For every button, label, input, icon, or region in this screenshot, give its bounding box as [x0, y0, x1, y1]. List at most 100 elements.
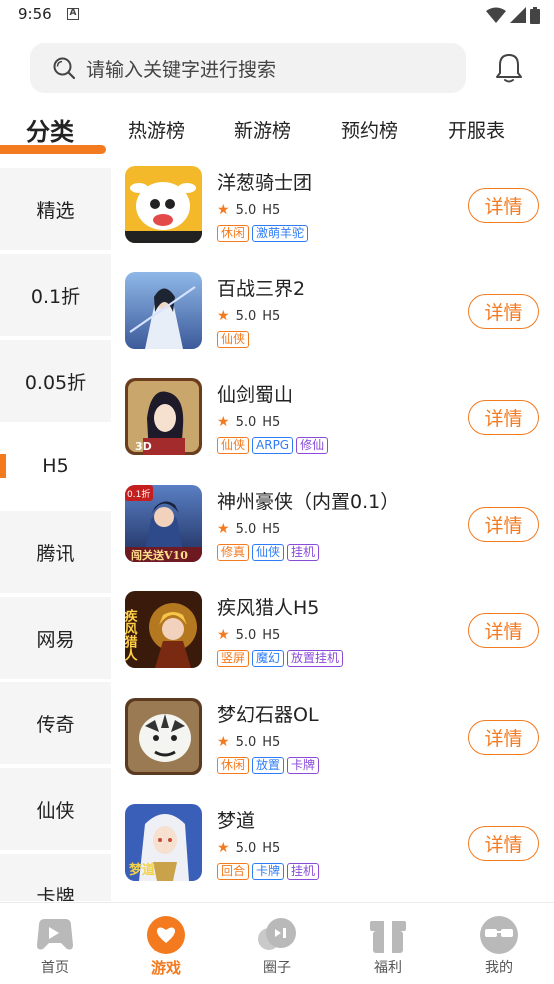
game-thumbnail — [125, 698, 202, 775]
game-rating: ★ 5.0 H5 — [217, 202, 280, 218]
game-tag: 仙侠 — [217, 331, 250, 348]
game-tag: 放置 — [252, 757, 285, 774]
nav-mine[interactable]: 我的 — [444, 903, 554, 984]
battery-icon — [530, 6, 540, 24]
game-rating: ★ 5.0 H5 — [217, 308, 280, 324]
sidebar-item-legend[interactable]: 传奇 — [0, 682, 111, 764]
list-item[interactable]: 0.1折 闯关送V10 神州豪侠（内置0.1） ★ 5.0 H5 修真 仙侠 挂机 详… — [111, 479, 554, 585]
tab-server-schedule[interactable]: 开服表 — [448, 116, 505, 143]
nav-home[interactable]: 首页 — [0, 903, 110, 984]
gamepad-icon — [37, 919, 73, 950]
sidebar-item-label: 传奇 — [36, 713, 75, 736]
game-tags: 仙侠 ARPG 修仙 — [217, 437, 329, 454]
game-tags: 竖屏 魔幻 放置挂机 — [217, 650, 344, 667]
tab-hot-games[interactable]: 热游榜 — [128, 116, 185, 143]
status-time: 9:56 — [18, 5, 52, 23]
game-tag: 修仙 — [296, 437, 329, 454]
nav-label: 游戏 — [150, 959, 181, 977]
tab-category[interactable]: 分类 — [26, 112, 74, 147]
game-tag: 挂机 — [287, 863, 320, 880]
game-thumbnail: 0.1折 闯关送V10 — [125, 485, 202, 562]
bell-icon[interactable] — [494, 52, 524, 84]
rating-value: 5.0 — [235, 840, 257, 856]
list-item[interactable]: 3D 仙剑蜀山 ★ 5.0 H5 仙侠 ARPG 修仙 详情 — [111, 372, 554, 478]
search-placeholder: 请输入关键字进行搜索 — [86, 58, 277, 81]
nav-label: 圈子 — [263, 960, 291, 976]
game-thumbnail: 3D — [125, 378, 202, 455]
game-tag: 激萌羊驼 — [252, 225, 309, 242]
nav-label: 我的 — [485, 960, 513, 976]
sidebar-item-label: 腾讯 — [36, 542, 75, 565]
game-rating: ★ 5.0 H5 — [217, 521, 280, 537]
sidebar-item-label: 精选 — [36, 199, 75, 222]
detail-button[interactable]: 详情 — [468, 720, 539, 755]
detail-button[interactable]: 详情 — [468, 613, 539, 648]
sidebar-item-label: H5 — [42, 455, 69, 477]
game-name: 疾风猎人H5 — [217, 597, 320, 619]
rating-value: 5.0 — [235, 202, 257, 218]
game-name: 梦幻石器OL — [217, 704, 319, 726]
list-item[interactable]: 百战三界2 ★ 5.0 H5 仙侠 详情 — [111, 266, 554, 372]
sidebar-item-label: 卡牌 — [36, 885, 75, 902]
sidebar-item-netease[interactable]: 网易 — [0, 597, 111, 679]
sidebar-item-h5[interactable]: H5 — [0, 425, 111, 507]
game-type: H5 — [262, 202, 281, 218]
list-item[interactable]: 洋葱骑士团 ★ 5.0 H5 休闲 激萌羊驼 详情 — [111, 160, 554, 266]
game-tags: 休闲 放置 卡牌 — [217, 757, 320, 774]
tab-new-games[interactable]: 新游榜 — [234, 116, 291, 143]
sidebar-item-featured[interactable]: 精选 — [0, 168, 111, 250]
category-sidebar: 精选 0.1折 0.05折 H5 腾讯 网易 传奇 仙侠 卡牌 — [0, 168, 111, 901]
game-tag: 挂机 — [287, 544, 320, 561]
list-item[interactable]: 疾风猎人 疾风猎人H5 ★ 5.0 H5 竖屏 魔幻 放置挂机 详情 — [111, 585, 554, 691]
list-item[interactable]: 梦道 梦道 ★ 5.0 H5 回合 卡牌 挂机 详情 — [111, 798, 554, 901]
sidebar-item-discount-01[interactable]: 0.1折 — [0, 254, 111, 336]
search-input[interactable]: 请输入关键字进行搜索 — [30, 43, 466, 93]
star-icon: ★ — [217, 627, 230, 643]
sidebar-item-label: 网易 — [36, 628, 75, 651]
rating-value: 5.0 — [235, 734, 257, 750]
game-tag: 仙侠 — [217, 437, 250, 454]
tab-preorder[interactable]: 预约榜 — [341, 116, 398, 143]
star-icon: ★ — [217, 308, 230, 324]
game-thumbnail — [125, 166, 202, 243]
game-type: H5 — [262, 308, 281, 324]
detail-button[interactable]: 详情 — [468, 507, 539, 542]
game-name: 梦道 — [217, 810, 256, 832]
sidebar-item-label: 仙侠 — [36, 799, 75, 822]
game-tag: 竖屏 — [217, 650, 250, 667]
detail-button[interactable]: 详情 — [468, 294, 539, 329]
detail-button[interactable]: 详情 — [468, 826, 539, 861]
detail-button[interactable]: 详情 — [468, 400, 539, 435]
game-type: H5 — [262, 414, 281, 430]
game-type: H5 — [262, 840, 281, 856]
rating-value: 5.0 — [235, 308, 257, 324]
game-tags: 修真 仙侠 挂机 — [217, 544, 320, 561]
sidebar-active-indicator — [0, 454, 6, 478]
game-tag: 魔幻 — [252, 650, 285, 667]
nav-games[interactable]: 游戏 — [111, 903, 221, 984]
game-tag: 卡牌 — [287, 757, 320, 774]
game-type: H5 — [262, 521, 281, 537]
chat-bubbles-icon — [258, 918, 296, 950]
sidebar-item-xianxia[interactable]: 仙侠 — [0, 768, 111, 850]
game-rating: ★ 5.0 H5 — [217, 414, 280, 430]
nav-circle[interactable]: 圈子 — [222, 903, 332, 984]
status-icons — [486, 6, 540, 24]
nav-welfare[interactable]: 福利 — [333, 903, 443, 984]
sidebar-item-card[interactable]: 卡牌 — [0, 854, 111, 901]
notification-icon: A — [67, 8, 79, 20]
detail-button[interactable]: 详情 — [468, 188, 539, 223]
top-tabs: 分类 热游榜 新游榜 预约榜 开服表 — [0, 108, 554, 158]
status-bar: 9:56 A — [0, 0, 554, 30]
sidebar-item-tencent[interactable]: 腾讯 — [0, 511, 111, 593]
sidebar-item-discount-005[interactable]: 0.05折 — [0, 340, 111, 422]
game-thumbnail: 梦道 — [125, 804, 202, 881]
game-tag: 卡牌 — [252, 863, 285, 880]
list-item[interactable]: 梦幻石器OL ★ 5.0 H5 休闲 放置 卡牌 详情 — [111, 692, 554, 798]
rating-value: 5.0 — [235, 521, 257, 537]
sidebar-item-label: 0.1折 — [30, 285, 81, 308]
game-name: 洋葱骑士团 — [217, 172, 313, 194]
rating-value: 5.0 — [235, 627, 257, 643]
game-rating: ★ 5.0 H5 — [217, 734, 280, 750]
wifi-icon — [486, 7, 506, 23]
